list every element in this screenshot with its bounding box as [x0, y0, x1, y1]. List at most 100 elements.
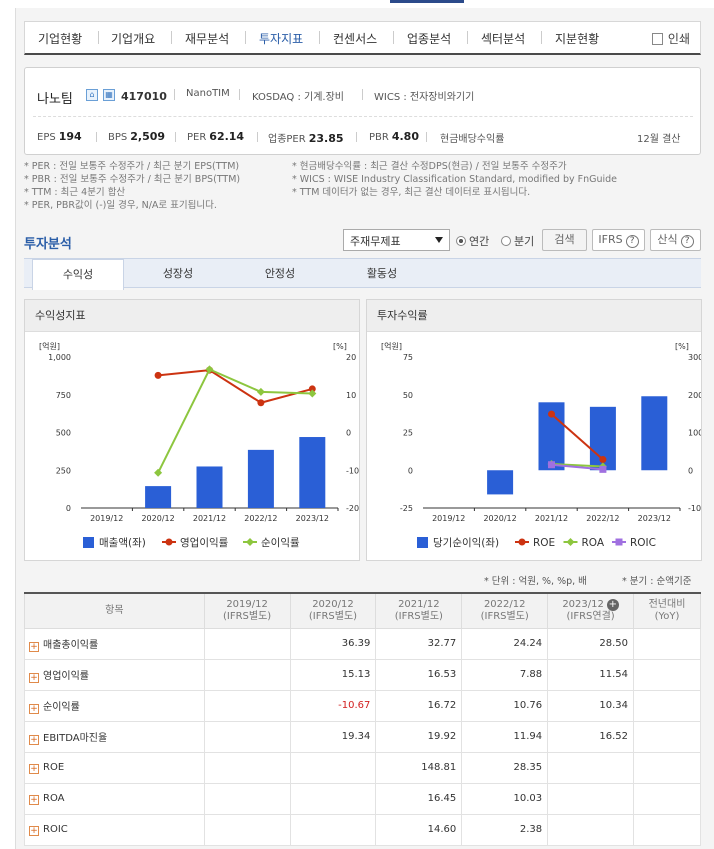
right-tick-label: -100 — [688, 504, 701, 513]
indicator-table: 항목 2019/12 (IFRS별도) 2020/12 (IFRS별도) 2021/… — [24, 592, 701, 846]
tab-consensus[interactable]: 컨센서스 — [333, 30, 377, 47]
legend-label: 영업이익률 — [180, 536, 229, 549]
expand-plus-icon[interactable]: + — [29, 794, 39, 805]
row-label[interactable]: + EBITDA마진율 — [24, 720, 205, 753]
left-tick-label: 0 — [408, 466, 413, 475]
col-header-2022: 2022/12 (IFRS별도) — [461, 592, 549, 629]
quarter-note: * 분기 : 순액기준 — [622, 576, 692, 587]
expand-plus-icon[interactable]: + — [29, 641, 39, 652]
expand-plus-icon[interactable]: + — [29, 825, 39, 836]
expand-plus-icon[interactable]: + — [606, 598, 619, 611]
table-cell — [203, 658, 291, 691]
legend-marker — [246, 538, 254, 546]
row-label[interactable]: + 순이익률 — [24, 689, 205, 722]
left-tick-label: 500 — [56, 429, 71, 438]
ifrs-button[interactable]: IFRS? — [592, 229, 645, 251]
tab-divider — [98, 31, 99, 44]
table-cell — [289, 782, 377, 815]
radio-checked-icon — [456, 236, 466, 246]
statement-select[interactable]: 주재무제표 — [343, 229, 450, 251]
fiscal-period: 12월 결산 — [637, 134, 681, 145]
table-cell: 19.92 — [375, 720, 463, 753]
metric-per: PER 62.14 — [187, 130, 245, 143]
bar-2022/12 — [247, 449, 274, 508]
print-icon — [651, 33, 663, 45]
right-axis-unit: [%] — [333, 342, 347, 351]
radio-annual[interactable]: 연간 — [456, 233, 489, 249]
note-dividend: * 현금배당수익률 : 최근 결산 수정DPS(현금) / 전일 보통주 수정주… — [292, 161, 567, 172]
subtab-growth[interactable]: 성장성 — [132, 259, 224, 289]
profitability-chart: [억원] [%] 1,000 750 500 250 0 20 10 0 -10 -20 2019/12… — [39, 341, 359, 549]
print-button[interactable]: 인쇄 — [651, 30, 690, 47]
right-axis-unit: [%] — [675, 342, 689, 351]
row-label-text: 순이익률 — [43, 701, 80, 713]
series-point-ROIC — [548, 461, 555, 469]
legend-label: ROIC — [630, 537, 656, 549]
formula-button[interactable]: 산식? — [650, 229, 701, 251]
row-label-text: ROE — [43, 761, 65, 773]
legend-label: ROA — [582, 537, 605, 549]
table-cell: 16.72 — [375, 689, 463, 722]
help-icon: ? — [680, 235, 694, 248]
series-point-ROIC — [599, 465, 607, 473]
expand-plus-icon[interactable]: + — [29, 672, 39, 683]
tab-shareholding[interactable]: 지분현황 — [555, 30, 599, 47]
table-cell: 2.38 — [461, 813, 549, 846]
left-tick-label: 750 — [56, 391, 71, 400]
tab-industry-analysis[interactable]: 업종분석 — [407, 30, 451, 47]
metric-dividend-yield: 현금배당수익률 — [440, 134, 505, 145]
x-tick-label: 2022/12 — [244, 514, 277, 523]
table-cell: 148.81 — [375, 751, 463, 784]
company-home-icon[interactable]: ⌂ — [86, 89, 98, 101]
table-cell: 11.54 — [547, 658, 635, 691]
x-tick-label: 2021/12 — [193, 514, 226, 523]
company-building-icon[interactable]: ▦ — [103, 89, 115, 101]
subtab-activity[interactable]: 활동성 — [336, 259, 428, 289]
note-na: * PER, PBR값이 (-)일 경우, N/A로 표기됩니다. — [24, 200, 217, 211]
expand-plus-icon[interactable]: + — [29, 734, 39, 745]
row-label[interactable]: + ROE — [24, 751, 205, 784]
left-tick-label: 250 — [56, 466, 71, 475]
right-tick-label: 100 — [688, 429, 701, 438]
table-cell: 32.77 — [375, 627, 463, 660]
table-cell — [547, 782, 635, 815]
tab-company-status[interactable]: 기업현황 — [38, 30, 82, 47]
series-point-ROE — [548, 410, 555, 418]
subtab-profitability[interactable]: 수익성 — [32, 259, 124, 290]
row-label[interactable]: + 매출총이익률 — [24, 627, 205, 660]
table-cell — [633, 751, 701, 784]
metric-divider — [175, 132, 176, 142]
expand-plus-icon[interactable]: + — [29, 763, 39, 774]
row-label[interactable]: + 영업이익률 — [24, 658, 205, 691]
subtab-stability[interactable]: 안정성 — [234, 259, 326, 289]
left-tick-label: 75 — [403, 353, 413, 362]
profitability-chart-title: 수익성지표 — [25, 300, 359, 332]
info-divider — [33, 116, 693, 117]
row-label[interactable]: + ROIC — [24, 813, 205, 846]
tab-financial-analysis[interactable]: 재무분석 — [185, 30, 229, 47]
table-cell: 10.76 — [461, 689, 549, 722]
radio-quarter[interactable]: 분기 — [501, 233, 534, 249]
left-tick-label: -25 — [400, 504, 413, 513]
row-label[interactable]: + ROA — [24, 782, 205, 815]
series-point-순이익률 — [154, 468, 163, 477]
section-title: 투자분석 — [24, 237, 72, 252]
left-axis-unit: [억원] — [39, 341, 60, 351]
table-cell — [203, 751, 291, 784]
table-cell — [203, 782, 291, 815]
tab-company-overview[interactable]: 기업개요 — [111, 30, 155, 47]
x-tick-label: 2023/12 — [638, 514, 671, 523]
left-axis-unit: [억원] — [381, 341, 402, 351]
col-header-item: 항목 — [24, 592, 205, 629]
tab-investment-indicators[interactable]: 투자지표 — [259, 30, 303, 47]
print-label: 인쇄 — [667, 32, 690, 46]
radio-unchecked-icon — [501, 236, 511, 246]
col-header-yoy: 전년대비 (YoY) — [633, 592, 701, 629]
series-point-영업이익률 — [154, 371, 162, 379]
tab-divider — [245, 31, 246, 44]
legend-label: 매출액(좌) — [99, 537, 146, 549]
expand-plus-icon[interactable]: + — [29, 703, 39, 714]
tab-sector-analysis[interactable]: 섹터분석 — [481, 30, 525, 47]
table-row: + EBITDA마진율 19.34 19.92 11.94 16.52 — [24, 720, 701, 753]
search-button[interactable]: 검색 — [542, 229, 587, 251]
